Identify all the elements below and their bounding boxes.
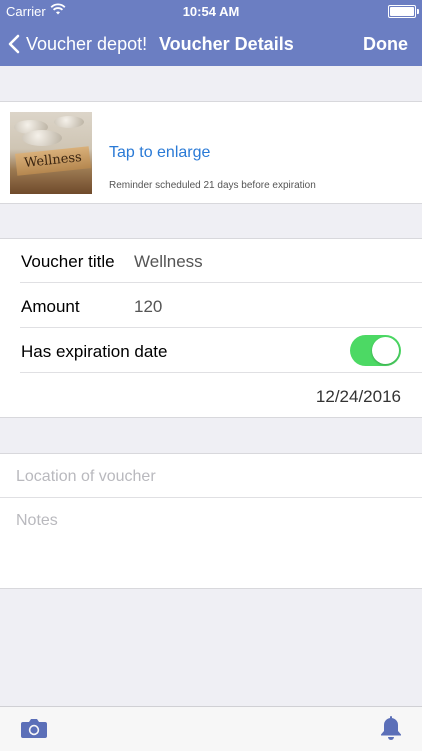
notes-section: Location of voucher Notes bbox=[0, 453, 422, 589]
amount-row[interactable]: Amount 120 bbox=[0, 284, 422, 328]
stone-shape bbox=[22, 130, 62, 146]
voucher-title-row[interactable]: Voucher title Wellness bbox=[0, 239, 422, 283]
reminder-text: Reminder scheduled 21 days before expira… bbox=[109, 180, 316, 191]
toggle-knob bbox=[372, 337, 399, 364]
done-button[interactable]: Done bbox=[363, 34, 408, 55]
voucher-image-section: Wellness Tap to enlarge Reminder schedul… bbox=[0, 101, 422, 204]
expiration-label: Has expiration date bbox=[21, 342, 168, 361]
notes-input[interactable]: Notes bbox=[16, 512, 58, 530]
voucher-title-field[interactable]: Wellness bbox=[134, 252, 203, 272]
row-divider bbox=[20, 372, 422, 373]
bell-icon[interactable] bbox=[380, 716, 402, 745]
expiration-date-row[interactable]: 12/24/2016 bbox=[0, 374, 422, 418]
chevron-left-icon bbox=[8, 34, 20, 54]
voucher-title-label: Voucher title bbox=[21, 252, 115, 271]
row-divider bbox=[0, 497, 422, 498]
page-title: Voucher Details bbox=[159, 34, 294, 54]
bottom-toolbar bbox=[0, 706, 422, 751]
location-input[interactable]: Location of voucher bbox=[16, 468, 156, 486]
expiration-toggle[interactable] bbox=[350, 335, 401, 366]
amount-label: Amount bbox=[21, 297, 80, 316]
stone-shape bbox=[54, 116, 84, 128]
clock: 10:54 AM bbox=[182, 4, 240, 19]
tap-to-enlarge-link[interactable]: Tap to enlarge bbox=[109, 144, 210, 162]
voucher-form: Voucher title Wellness Amount 120 Has ex… bbox=[0, 238, 422, 418]
expiration-row: Has expiration date bbox=[0, 329, 422, 373]
row-divider bbox=[20, 282, 422, 283]
battery-icon bbox=[388, 5, 419, 18]
location-row[interactable]: Location of voucher bbox=[0, 454, 422, 498]
row-divider bbox=[20, 327, 422, 328]
amount-field[interactable]: 120 bbox=[134, 297, 162, 317]
voucher-thumbnail[interactable]: Wellness bbox=[10, 112, 92, 194]
back-button[interactable]: Voucher depot! bbox=[8, 30, 147, 58]
expiration-date-value[interactable]: 12/24/2016 bbox=[316, 387, 401, 407]
camera-icon[interactable] bbox=[20, 717, 48, 744]
wellness-sign: Wellness bbox=[15, 146, 91, 176]
status-bar: Carrier 10:54 AM bbox=[0, 0, 422, 22]
back-button-label: Voucher depot! bbox=[26, 33, 148, 54]
navigation-bar: Voucher depot! Voucher Details Done bbox=[0, 22, 422, 66]
